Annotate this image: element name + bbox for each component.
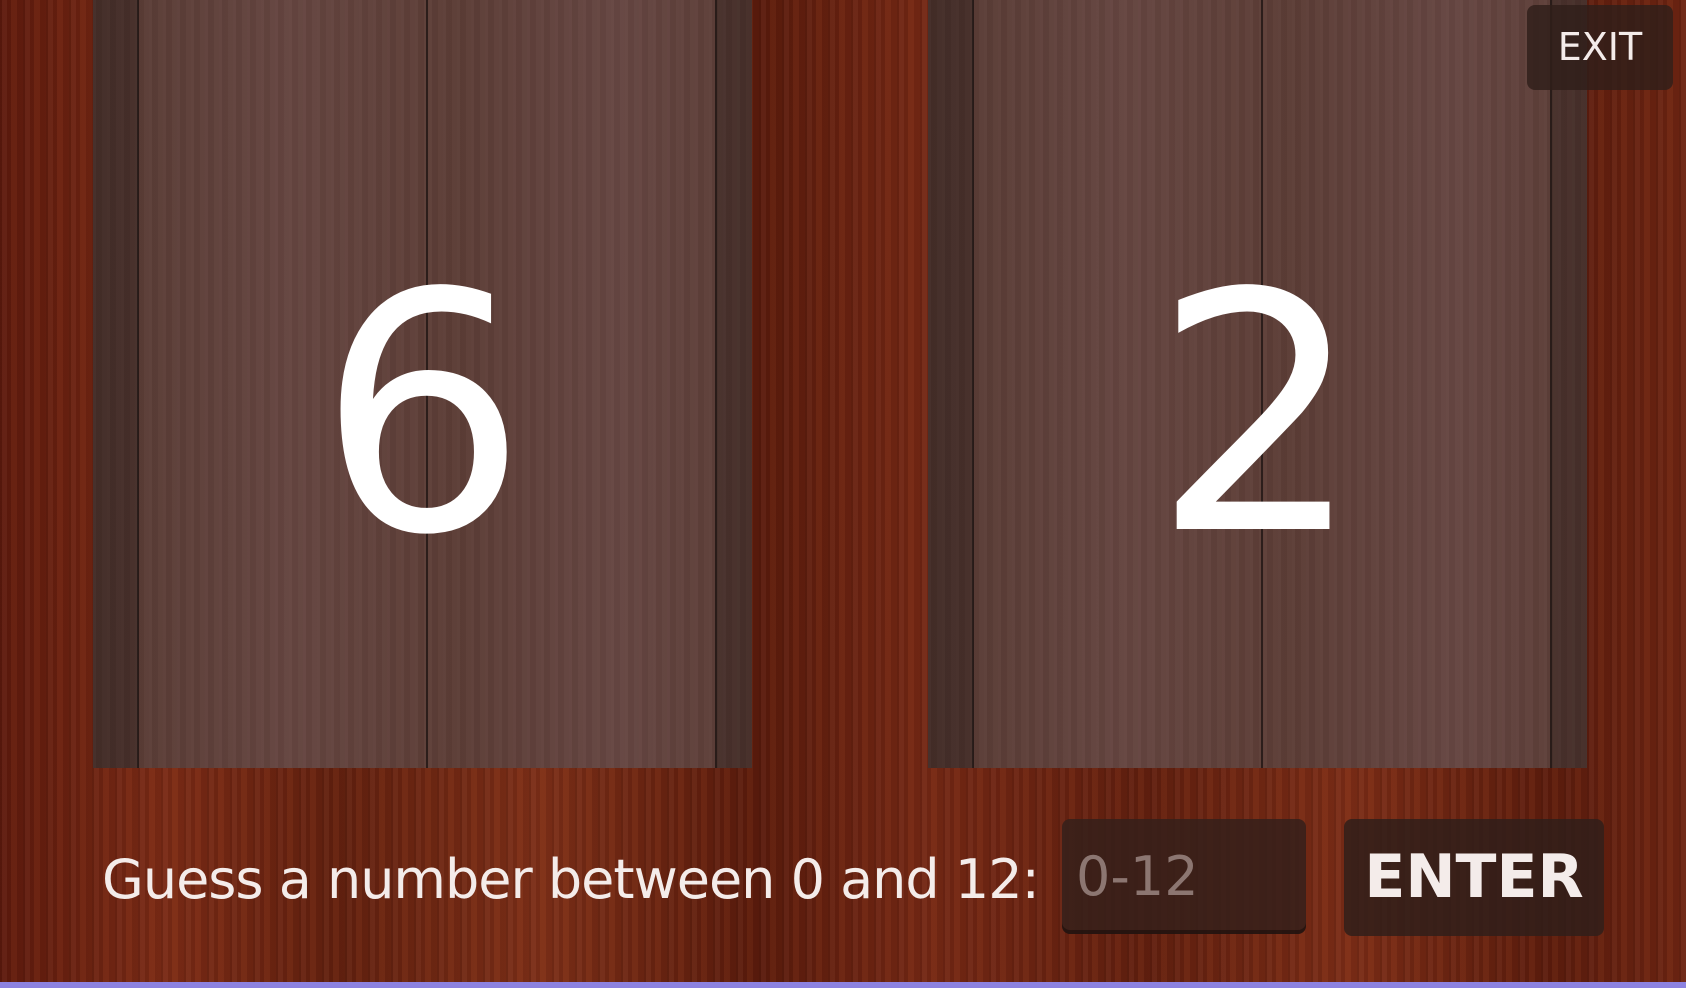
game-table: 6 2 EXIT Guess a number between 0 and 12… — [0, 0, 1686, 982]
left-card-panel: 6 — [93, 0, 752, 768]
guess-prompt: Guess a number between 0 and 12: — [102, 848, 1040, 911]
bottom-border — [0, 982, 1686, 988]
right-card-panel: 2 — [928, 0, 1587, 768]
exit-button[interactable]: EXIT — [1527, 5, 1673, 90]
guess-input[interactable] — [1062, 819, 1306, 934]
left-card-number: 6 — [317, 223, 528, 607]
right-card-number: 2 — [1152, 223, 1363, 607]
enter-button[interactable]: ENTER — [1344, 819, 1604, 936]
